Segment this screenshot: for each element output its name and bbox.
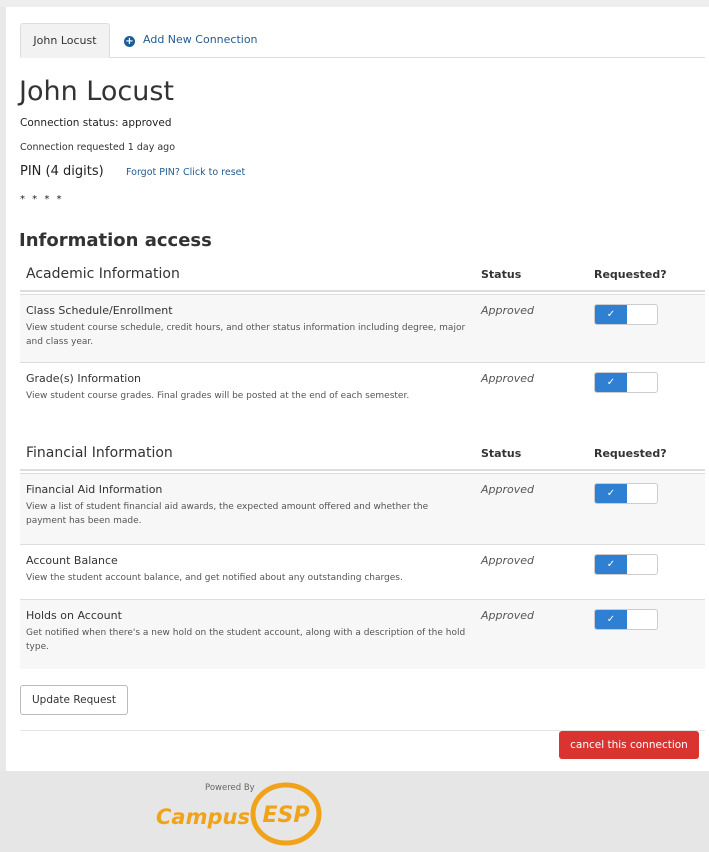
check-icon: ✓ bbox=[595, 610, 627, 629]
row-description: View the student account balance, and ge… bbox=[26, 573, 403, 583]
footer: Powered By Campus ESP bbox=[0, 771, 709, 852]
connection-requested: Connection requested 1 day ago bbox=[20, 142, 176, 153]
forgot-pin-link[interactable]: Forgot PIN? Click to reset bbox=[126, 167, 245, 178]
row-title: Holds on Account bbox=[26, 609, 122, 622]
pin-value: * * * * bbox=[20, 194, 64, 205]
tab-add-new-connection[interactable]: + Add New Connection bbox=[124, 23, 258, 58]
row-status: Approved bbox=[481, 483, 535, 496]
row-status: Approved bbox=[481, 554, 535, 567]
add-new-connection-label: Add New Connection bbox=[143, 33, 258, 46]
academic-title: Academic Information bbox=[26, 266, 180, 282]
row-description: View student course schedule, credit hou… bbox=[26, 323, 466, 347]
access-row: Class Schedule/Enrollment View student c… bbox=[20, 294, 705, 362]
access-row: Account Balance View the student account… bbox=[20, 544, 705, 599]
information-access-heading: Information access bbox=[19, 230, 212, 251]
brand-wordmark: Campus bbox=[156, 805, 250, 829]
access-row: Holds on Account Get notified when there… bbox=[20, 599, 705, 669]
row-title: Financial Aid Information bbox=[26, 483, 163, 496]
row-status: Approved bbox=[481, 372, 535, 385]
requested-column-header: Requested? bbox=[594, 268, 667, 281]
connection-panel: John Locust + Add New Connection John Loc… bbox=[6, 7, 709, 771]
update-request-button[interactable]: Update Request bbox=[20, 685, 128, 715]
campus-esp-logo: Powered By Campus ESP bbox=[150, 775, 330, 849]
pin-label: PIN (4 digits) bbox=[20, 164, 104, 179]
academic-header: Academic Information Status Requested? bbox=[20, 262, 705, 292]
requested-toggle[interactable]: ✓ bbox=[594, 304, 658, 325]
access-row: Financial Aid Information View a list of… bbox=[20, 473, 705, 544]
row-description: View student course grades. Final grades… bbox=[26, 391, 410, 401]
status-column-header: Status bbox=[481, 268, 522, 281]
check-icon: ✓ bbox=[595, 373, 627, 392]
connection-status: Connection status: approved bbox=[20, 117, 172, 129]
row-status: Approved bbox=[481, 304, 535, 317]
row-description: View a list of student financial aid awa… bbox=[26, 502, 429, 526]
brand-mark-text: ESP bbox=[263, 803, 310, 828]
row-title: Class Schedule/Enrollment bbox=[26, 304, 173, 317]
requested-toggle[interactable]: ✓ bbox=[594, 554, 658, 575]
requested-toggle[interactable]: ✓ bbox=[594, 483, 658, 504]
top-strip bbox=[0, 0, 709, 7]
access-row: Grade(s) Information View student course… bbox=[20, 362, 705, 418]
row-status: Approved bbox=[481, 609, 535, 622]
financial-header: Financial Information Status Requested? bbox=[20, 441, 705, 471]
row-description: Get notified when there's a new hold on … bbox=[26, 628, 466, 652]
connection-name-title: John Locust bbox=[19, 76, 174, 107]
connection-tabs: John Locust + Add New Connection bbox=[20, 23, 705, 58]
tab-john-locust[interactable]: John Locust bbox=[20, 23, 110, 58]
check-icon: ✓ bbox=[595, 305, 627, 324]
financial-title: Financial Information bbox=[26, 445, 173, 461]
cancel-connection-button[interactable]: cancel this connection bbox=[559, 731, 699, 759]
check-icon: ✓ bbox=[595, 555, 627, 574]
check-icon: ✓ bbox=[595, 484, 627, 503]
esp-logo-mark: ESP bbox=[250, 782, 322, 846]
requested-column-header: Requested? bbox=[594, 447, 667, 460]
row-title: Grade(s) Information bbox=[26, 372, 142, 385]
plus-circle-icon: + bbox=[124, 36, 135, 47]
row-title: Account Balance bbox=[26, 554, 118, 567]
requested-toggle[interactable]: ✓ bbox=[594, 372, 658, 393]
status-column-header: Status bbox=[481, 447, 522, 460]
requested-toggle[interactable]: ✓ bbox=[594, 609, 658, 630]
